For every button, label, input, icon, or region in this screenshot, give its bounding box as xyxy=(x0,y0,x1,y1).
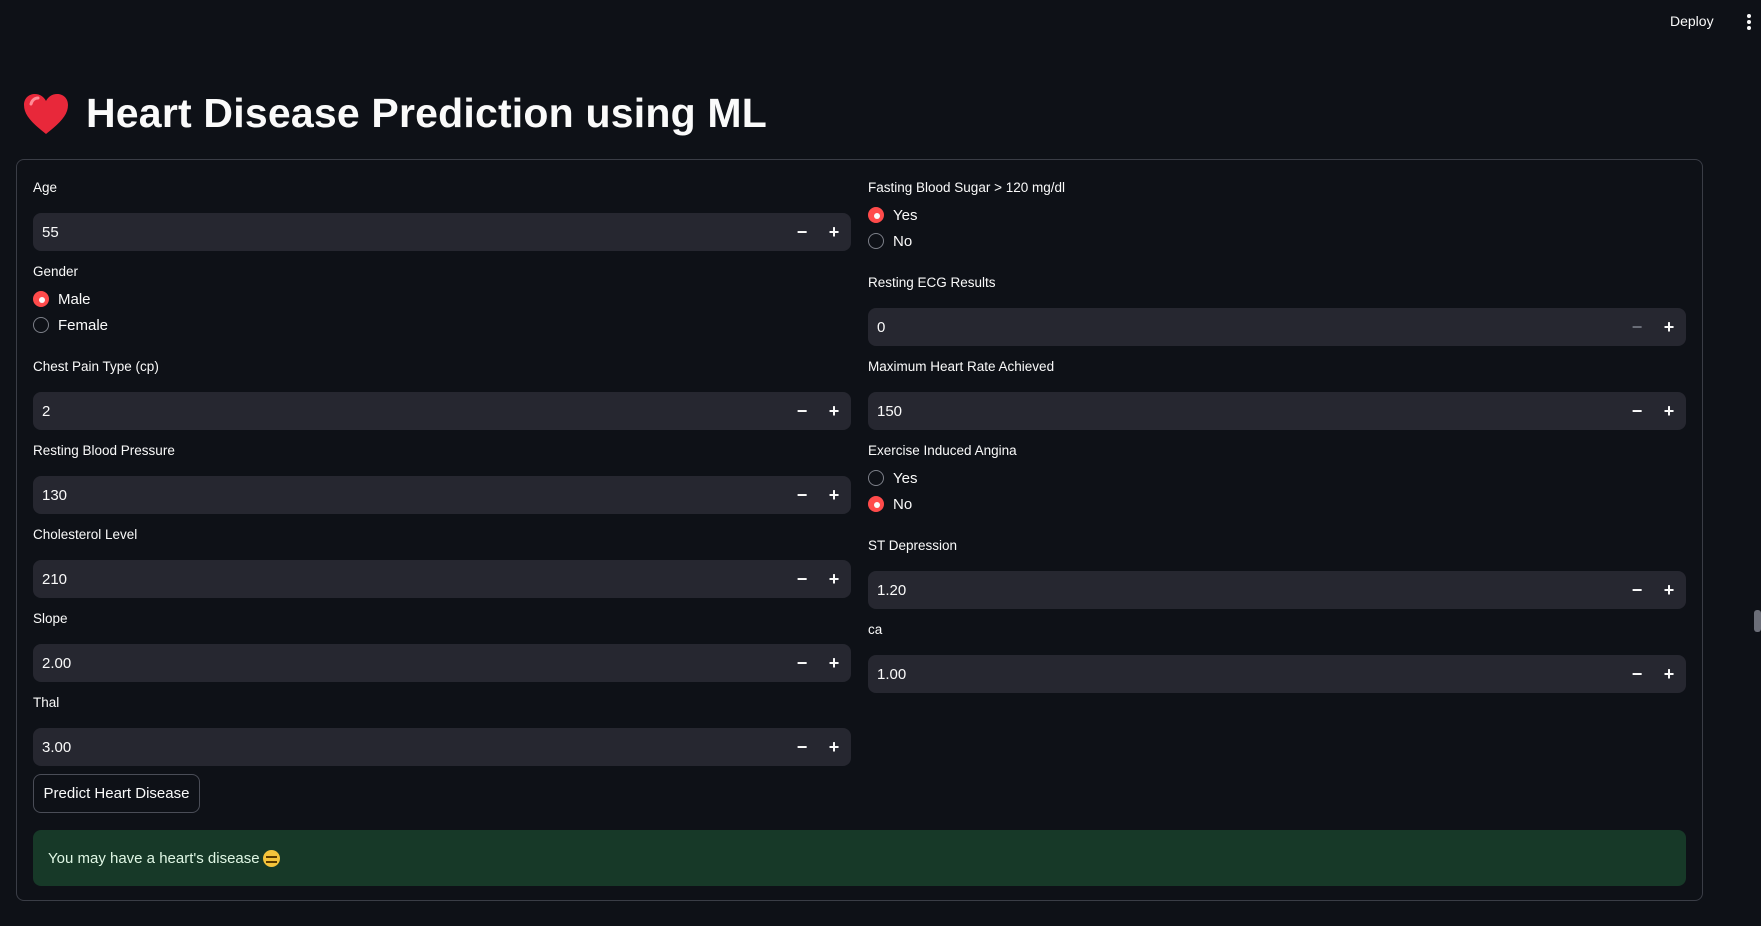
st-depression-decrement-button[interactable]: − xyxy=(1621,571,1653,609)
radio-selected-icon[interactable] xyxy=(33,291,49,307)
blood-pressure-increment-button[interactable]: + xyxy=(818,476,850,514)
age-decrement-button[interactable]: − xyxy=(786,213,818,251)
age-value[interactable]: 55 xyxy=(33,224,786,241)
ca-value[interactable]: 1.00 xyxy=(868,666,1621,683)
blood-pressure-label: Resting Blood Pressure xyxy=(33,443,175,458)
age-input[interactable]: 55 − + xyxy=(33,213,851,251)
fbs-option-yes[interactable]: Yes xyxy=(868,206,1065,224)
angina-label: Exercise Induced Angina xyxy=(868,443,1017,458)
restecg-value[interactable]: 0 xyxy=(868,319,1621,336)
ca-label: ca xyxy=(868,622,883,637)
ca-input[interactable]: 1.00 − + xyxy=(868,655,1686,693)
st-depression-field: ST Depression 1.20 − + xyxy=(868,536,1686,609)
gender-option-male[interactable]: Male xyxy=(33,290,108,308)
slope-label: Slope xyxy=(33,611,68,626)
cp-increment-button[interactable]: + xyxy=(818,392,850,430)
radio-unselected-icon[interactable] xyxy=(868,470,884,486)
thal-label: Thal xyxy=(33,695,60,710)
radio-label[interactable]: No xyxy=(893,233,912,250)
cholesterol-decrement-button[interactable]: − xyxy=(786,560,818,598)
page-title: Heart Disease Prediction using ML xyxy=(86,90,767,136)
age-label: Age xyxy=(33,180,58,195)
cholesterol-label: Cholesterol Level xyxy=(33,527,138,542)
st-depression-value[interactable]: 1.20 xyxy=(868,582,1621,599)
angina-option-yes[interactable]: Yes xyxy=(868,469,1017,487)
cholesterol-value[interactable]: 210 xyxy=(33,571,786,588)
cp-value[interactable]: 2 xyxy=(33,403,786,420)
thal-input[interactable]: 3.00 − + xyxy=(33,728,851,766)
radio-label[interactable]: No xyxy=(893,496,912,513)
radio-unselected-icon[interactable] xyxy=(868,233,884,249)
max-heart-rate-value[interactable]: 150 xyxy=(868,403,1621,420)
max-heart-rate-field: Maximum Heart Rate Achieved 150 − + xyxy=(868,357,1686,430)
ca-decrement-button[interactable]: − xyxy=(1621,655,1653,693)
cp-field: Chest Pain Type (cp) 2 − + xyxy=(33,357,851,430)
deploy-button[interactable]: Deploy xyxy=(1670,13,1714,29)
thal-decrement-button[interactable]: − xyxy=(786,728,818,766)
blood-pressure-field: Resting Blood Pressure 130 − + xyxy=(33,441,851,514)
max-heart-rate-label: Maximum Heart Rate Achieved xyxy=(868,359,1055,374)
restecg-input[interactable]: 0 − + xyxy=(868,308,1686,346)
st-depression-increment-button[interactable]: + xyxy=(1653,571,1685,609)
fbs-label: Fasting Blood Sugar > 120 mg/dl xyxy=(868,180,1065,195)
cp-input[interactable]: 2 − + xyxy=(33,392,851,430)
radio-label[interactable]: Male xyxy=(58,291,91,308)
ca-increment-button[interactable]: + xyxy=(1653,655,1685,693)
fbs-option-no[interactable]: No xyxy=(868,232,1065,250)
age-increment-button[interactable]: + xyxy=(818,213,850,251)
restecg-decrement-button[interactable]: − xyxy=(1621,308,1653,346)
restecg-field: Resting ECG Results 0 − + xyxy=(868,273,1686,346)
st-depression-input[interactable]: 1.20 − + xyxy=(868,571,1686,609)
predict-button[interactable]: Predict Heart Disease xyxy=(33,774,200,813)
gender-field: Gender Male Female xyxy=(33,262,108,334)
blood-pressure-decrement-button[interactable]: − xyxy=(786,476,818,514)
slope-value[interactable]: 2.00 xyxy=(33,655,786,672)
radio-selected-icon[interactable] xyxy=(868,496,884,512)
slope-decrement-button[interactable]: − xyxy=(786,644,818,682)
prediction-form: Age 55 − + Gender Male Female Chest Pain… xyxy=(16,159,1703,901)
radio-selected-icon[interactable] xyxy=(868,207,884,223)
blood-pressure-input[interactable]: 130 − + xyxy=(33,476,851,514)
scrollbar-thumb[interactable] xyxy=(1754,610,1761,632)
max-heart-rate-input[interactable]: 150 − + xyxy=(868,392,1686,430)
angina-option-no[interactable]: No xyxy=(868,495,1017,513)
slope-increment-button[interactable]: + xyxy=(818,644,850,682)
max-heart-rate-decrement-button[interactable]: − xyxy=(1621,392,1653,430)
slope-input[interactable]: 2.00 − + xyxy=(33,644,851,682)
result-alert: You may have a heart's disease xyxy=(33,830,1686,886)
cp-decrement-button[interactable]: − xyxy=(786,392,818,430)
sad-face-icon xyxy=(262,849,280,867)
title-row: Heart Disease Prediction using ML xyxy=(22,90,767,137)
gender-option-female[interactable]: Female xyxy=(33,316,108,334)
fbs-field: Fasting Blood Sugar > 120 mg/dl Yes No xyxy=(868,178,1065,250)
slope-field: Slope 2.00 − + xyxy=(33,609,851,682)
max-heart-rate-increment-button[interactable]: + xyxy=(1653,392,1685,430)
result-text: You may have a heart's disease xyxy=(48,849,260,867)
radio-label[interactable]: Yes xyxy=(893,470,917,487)
menu-icon[interactable] xyxy=(1746,14,1752,32)
age-field: Age 55 − + xyxy=(33,178,851,251)
ca-field: ca 1.00 − + xyxy=(868,620,1686,693)
cp-label: Chest Pain Type (cp) xyxy=(33,359,159,374)
thal-field: Thal 3.00 − + xyxy=(33,693,851,766)
restecg-increment-button[interactable]: + xyxy=(1653,308,1685,346)
st-depression-label: ST Depression xyxy=(868,538,958,553)
gender-label: Gender xyxy=(33,264,79,279)
radio-unselected-icon[interactable] xyxy=(33,317,49,333)
radio-label[interactable]: Yes xyxy=(893,207,917,224)
thal-value[interactable]: 3.00 xyxy=(33,739,786,756)
thal-increment-button[interactable]: + xyxy=(818,728,850,766)
blood-pressure-value[interactable]: 130 xyxy=(33,487,786,504)
top-bar: Deploy xyxy=(0,0,1761,44)
restecg-label: Resting ECG Results xyxy=(868,275,996,290)
cholesterol-field: Cholesterol Level 210 − + xyxy=(33,525,851,598)
radio-label[interactable]: Female xyxy=(58,317,108,334)
cholesterol-increment-button[interactable]: + xyxy=(818,560,850,598)
cholesterol-input[interactable]: 210 − + xyxy=(33,560,851,598)
heart-icon xyxy=(24,93,68,134)
angina-field: Exercise Induced Angina Yes No xyxy=(868,441,1017,513)
